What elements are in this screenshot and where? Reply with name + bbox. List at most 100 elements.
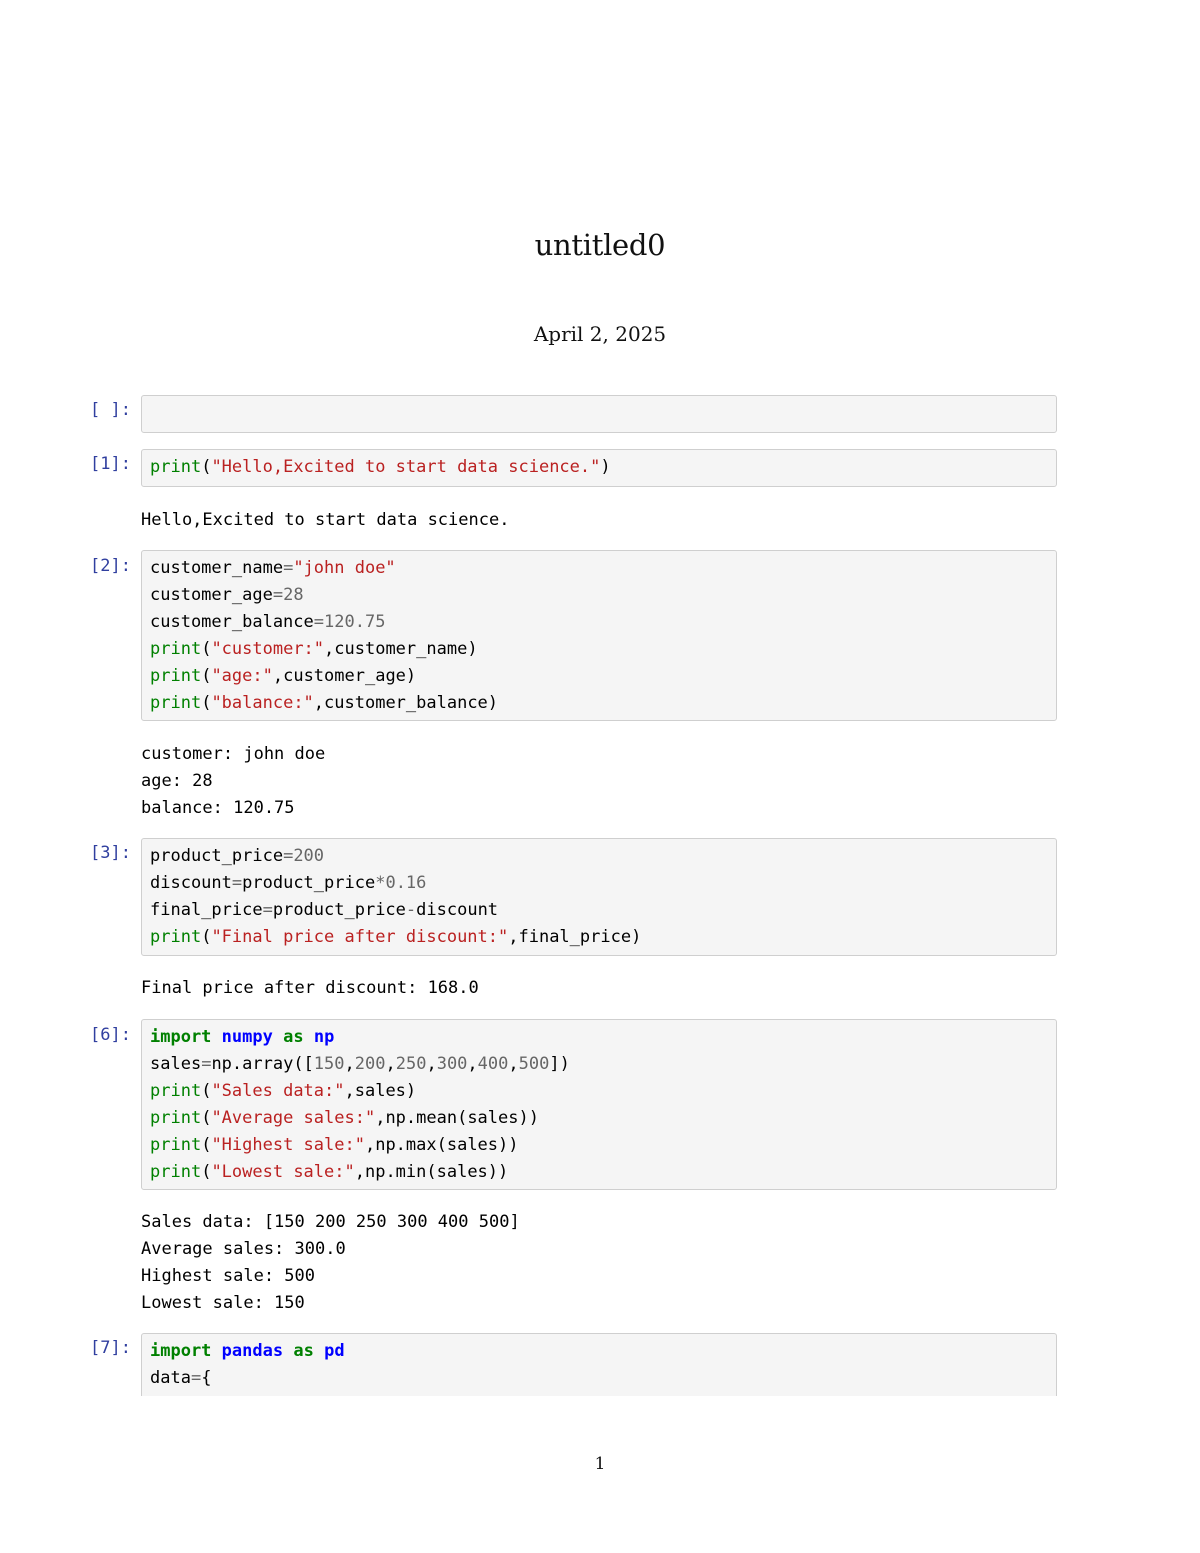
identifier-token: ,customer_balance)	[313, 693, 499, 713]
number-token: 120.75	[324, 612, 386, 632]
string-token: "Sales data:"	[211, 1081, 345, 1101]
module-token: numpy	[221, 1027, 273, 1047]
identifier-token: sales	[150, 1054, 202, 1074]
keyword-token: import	[150, 1341, 212, 1361]
keyword-token: as	[293, 1341, 314, 1361]
identifier-token	[304, 1027, 314, 1047]
code-cell-input[interactable]: import numpy as np sales=np.array([150,20…	[141, 1019, 1057, 1190]
output-line: age: 28	[141, 771, 213, 791]
function-token: print	[150, 1135, 202, 1155]
identifier-token: customer_age	[150, 585, 273, 605]
identifier-token: (	[201, 1108, 212, 1128]
string-token: "customer:"	[211, 639, 325, 659]
operator-token: =	[283, 846, 294, 866]
identifier-token	[273, 1027, 283, 1047]
code-line: discount=product_price*0.16	[150, 870, 426, 897]
code-cell-input[interactable]	[141, 395, 1057, 433]
cell-prompt: [6]:	[90, 1025, 131, 1045]
output-line: balance: 120.75	[141, 798, 295, 818]
output-line: customer: john doe	[141, 744, 326, 764]
operator-token: =	[201, 1054, 212, 1074]
string-token: "age:"	[211, 666, 273, 686]
identifier-token: (	[201, 693, 212, 713]
function-token: print	[150, 1108, 202, 1128]
identifier-token: ,np.max(sales))	[364, 1135, 519, 1155]
cell-prompt: [1]:	[90, 454, 131, 474]
identifier-token: data	[150, 1368, 191, 1388]
code-line: print("Final price after discount:",fina…	[150, 924, 641, 951]
identifier-token: np.array([	[211, 1054, 314, 1074]
code-line: print("Highest sale:",np.max(sales))	[150, 1132, 519, 1159]
operator-token: =	[313, 612, 325, 632]
identifier-token: customer_name	[150, 558, 284, 578]
identifier-token: ,final_price)	[508, 927, 642, 947]
cell-prompt: [3]:	[90, 843, 131, 863]
code-cell-input[interactable]: import pandas as pd data={	[141, 1333, 1057, 1396]
identifier-token: ,customer_name)	[324, 639, 478, 659]
identifier-token	[314, 1341, 324, 1361]
string-token: "john doe"	[293, 558, 396, 578]
identifier-token: ,np.mean(sales))	[375, 1108, 539, 1128]
code-cell-input[interactable]: print("Hello,Excited to start data scien…	[141, 449, 1057, 487]
operator-token: =	[283, 558, 294, 578]
output-line: Final price after discount: 168.0	[141, 978, 479, 998]
identifier-token: (	[201, 666, 212, 686]
code-line: print("balance:",customer_balance)	[150, 690, 498, 717]
output-line: Hello,Excited to start data science.	[141, 510, 510, 530]
code-cell-input[interactable]: customer_name="john doe" customer_age=28 c…	[141, 550, 1057, 721]
number-token: 300	[436, 1054, 468, 1074]
cell-prompt: [ ]:	[90, 400, 131, 420]
identifier-token: product_price	[150, 846, 284, 866]
identifier-token	[211, 1027, 221, 1047]
code-line: product_price=200	[150, 843, 324, 870]
function-token: print	[150, 457, 202, 477]
function-token: print	[150, 693, 202, 713]
string-token: "balance:"	[211, 693, 314, 713]
identifier-token: discount	[416, 900, 499, 920]
number-token: 0.16	[385, 873, 427, 893]
identifier-token: (	[201, 457, 212, 477]
identifier-token	[211, 1341, 221, 1361]
output-line: Sales data: [150 200 250 300 400 500]	[141, 1212, 520, 1232]
operator-token: =	[190, 1368, 202, 1388]
operator-token: =	[231, 873, 243, 893]
string-token: "Hello,Excited to start data science."	[211, 457, 601, 477]
string-token: "Average sales:"	[211, 1108, 376, 1128]
code-line: print("Lowest sale:",np.min(sales))	[150, 1159, 508, 1186]
identifier-token: (	[201, 1135, 212, 1155]
identifier-token: (	[201, 1081, 212, 1101]
module-token: pandas	[221, 1341, 284, 1361]
function-token: print	[150, 639, 202, 659]
module-token: pd	[324, 1341, 345, 1361]
code-line: print("customer:",customer_name)	[150, 636, 478, 663]
operator-token: =	[262, 900, 273, 920]
code-line: final_price=product_price-discount	[150, 897, 498, 924]
identifier-token: product_price	[242, 873, 376, 893]
function-token: print	[150, 666, 202, 686]
number-token: 200	[354, 1054, 386, 1074]
number-token: 150	[313, 1054, 345, 1074]
identifier-token: ,	[385, 1054, 396, 1074]
number-token: 28	[283, 585, 304, 605]
output-line: Highest sale: 500	[141, 1266, 315, 1286]
code-line: data={	[150, 1365, 211, 1392]
string-token: "Final price after discount:"	[211, 927, 509, 947]
identifier-token	[283, 1341, 293, 1361]
identifier-token: ,np.min(sales))	[354, 1162, 509, 1182]
page-number: 1	[594, 1454, 606, 1474]
identifier-token: (	[201, 927, 212, 947]
code-line: print("age:",customer_age)	[150, 663, 416, 690]
identifier-token: final_price	[150, 900, 263, 920]
identifier-token: ])	[549, 1054, 570, 1074]
notebook-title: untitled0	[534, 228, 666, 262]
number-token: 400	[477, 1054, 509, 1074]
keyword-token: as	[283, 1027, 304, 1047]
code-cell-input[interactable]: product_price=200 discount=product_price*…	[141, 838, 1057, 956]
code-line: customer_name="john doe"	[150, 555, 396, 582]
output-line: Lowest sale: 150	[141, 1293, 305, 1313]
output-line: Average sales: 300.0	[141, 1239, 346, 1259]
code-line: print("Sales data:",sales)	[150, 1078, 416, 1105]
module-token: np	[313, 1027, 335, 1047]
operator-token: *	[375, 873, 386, 893]
code-line: import numpy as np	[150, 1024, 334, 1051]
